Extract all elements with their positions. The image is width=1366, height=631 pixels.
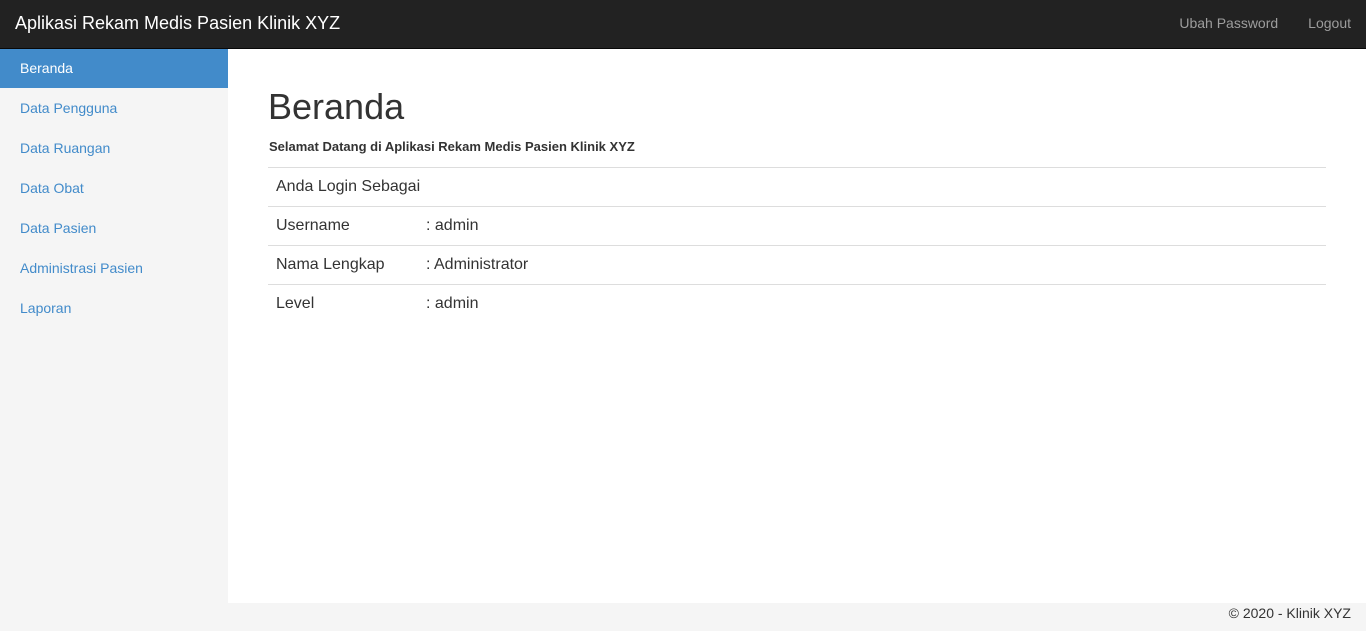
- sidebar-item-laporan[interactable]: Laporan: [0, 289, 228, 328]
- sidebar-item-data-pasien[interactable]: Data Pasien: [0, 209, 228, 248]
- sidebar-item-data-pengguna[interactable]: Data Pengguna: [0, 89, 228, 128]
- username-label: Username: [268, 206, 418, 246]
- copyright-text: © 2020 - Klinik XYZ: [1228, 605, 1351, 621]
- login-info-table: Anda Login Sebagai Username : admin Nama…: [268, 167, 1326, 324]
- welcome-message: Selamat Datang di Aplikasi Rekam Medis P…: [269, 139, 635, 154]
- level-label: Level: [268, 284, 418, 324]
- logout-link[interactable]: Logout: [1293, 0, 1366, 48]
- app-brand-link[interactable]: Aplikasi Rekam Medis Pasien Klinik XYZ: [15, 0, 340, 48]
- top-navbar: Aplikasi Rekam Medis Pasien Klinik XYZ U…: [0, 0, 1366, 49]
- table-row: Username : admin: [268, 206, 1326, 246]
- full-name-value: : Administrator: [418, 245, 1326, 285]
- change-password-link[interactable]: Ubah Password: [1164, 0, 1293, 48]
- sidebar-item-administrasi-pasien[interactable]: Administrasi Pasien: [0, 249, 228, 288]
- navbar-right-menu: Ubah Password Logout: [1164, 0, 1366, 48]
- sidebar-item-data-ruangan[interactable]: Data Ruangan: [0, 129, 228, 168]
- main-content: Beranda Selamat Datang di Aplikasi Rekam…: [228, 49, 1366, 603]
- level-value: : admin: [418, 284, 1326, 324]
- sidebar-item-beranda[interactable]: Beranda: [0, 49, 228, 88]
- full-name-label: Nama Lengkap: [268, 245, 418, 285]
- table-header-row: Anda Login Sebagai: [268, 167, 1326, 207]
- login-as-heading: Anda Login Sebagai: [268, 167, 1326, 207]
- footer: © 2020 - Klinik XYZ: [228, 603, 1366, 631]
- table-row: Nama Lengkap : Administrator: [268, 245, 1326, 285]
- username-value: : admin: [418, 206, 1326, 246]
- sidebar: Beranda Data Pengguna Data Ruangan Data …: [0, 49, 228, 631]
- table-row: Level : admin: [268, 284, 1326, 324]
- sidebar-item-data-obat[interactable]: Data Obat: [0, 169, 228, 208]
- page-title: Beranda: [268, 86, 405, 127]
